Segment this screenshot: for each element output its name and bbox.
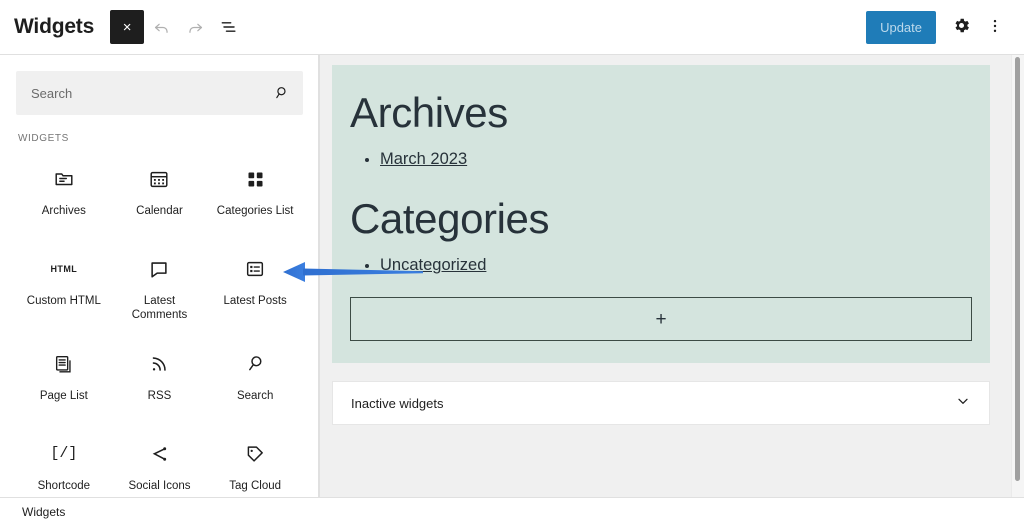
html-text-icon: HTML [51,256,78,282]
close-icon: × [123,20,132,35]
widget-item-label: Social Icons [128,479,190,493]
speech-bubble-icon [148,256,170,282]
shortcode-icon: [/] [50,441,77,467]
editor-body: WIDGETS Archives [0,55,1024,497]
gear-icon [952,16,971,38]
widget-item-search[interactable]: Search [207,337,303,423]
breadcrumb[interactable]: Widgets [22,505,65,519]
widget-block-grid: Archives [16,152,303,497]
widget-canvas: Archives March 2023 Categories Uncategor… [320,55,1024,497]
widget-item-latest-posts[interactable]: Latest Posts [207,242,303,333]
widget-item-label: RSS [148,389,172,403]
widget-item-label: Latest Comments [116,294,204,323]
list-item: March 2023 [380,150,972,169]
widget-item-archives[interactable]: Archives [16,152,112,238]
widget-item-rss[interactable]: RSS [112,337,208,423]
widget-item-label: Categories List [217,204,294,218]
sidebar-widget-area[interactable]: Archives March 2023 Categories Uncategor… [332,65,990,363]
widget-item-label: Archives [42,204,86,218]
chevron-down-icon [955,393,971,414]
widget-item-tag-cloud[interactable]: Tag Cloud [207,427,303,497]
stacked-pages-icon [53,351,75,377]
undo-button[interactable] [144,10,178,44]
widget-item-custom-html[interactable]: HTML Custom HTML [16,242,112,333]
undo-arrow-icon [152,18,171,37]
plus-icon: + [655,310,666,329]
close-inserter-button[interactable]: × [110,10,144,44]
widget-item-label: Tag Cloud [229,479,281,493]
archive-link[interactable]: March 2023 [380,150,467,168]
inactive-widgets-label: Inactive widgets [351,396,444,411]
breadcrumb-bar: Widgets [0,497,1024,526]
block-heading-archives: Archives [350,89,972,136]
widget-item-social-icons[interactable]: Social Icons [112,427,208,497]
widget-item-label: Calendar [136,204,183,218]
editor-header: Widgets × [0,0,1024,55]
more-options-button[interactable] [978,10,1012,44]
rss-icon [148,351,170,377]
update-button[interactable]: Update [866,11,936,44]
widget-item-latest-comments[interactable]: Latest Comments [112,242,208,333]
categories-link-list: Uncategorized [350,256,972,275]
tag-icon [244,441,266,467]
widget-item-page-list[interactable]: Page List [16,337,112,423]
widget-item-label: Custom HTML [27,294,101,308]
list-item: Uncategorized [380,256,972,275]
archives-link-list: March 2023 [350,150,972,169]
block-heading-categories: Categories [350,195,972,242]
inactive-widgets-panel[interactable]: Inactive widgets [332,381,990,425]
add-block-button[interactable]: + [350,297,972,341]
widgets-section-label: WIDGETS [18,133,303,144]
magnifier-icon [245,351,266,377]
widget-item-shortcode[interactable]: [/] Shortcode [16,427,112,497]
list-view-button[interactable] [212,10,246,44]
widgets-editor-app: Widgets × [0,0,1024,526]
widget-item-label: Page List [40,389,88,403]
archive-folder-icon [53,166,75,192]
share-icon [148,441,170,467]
settings-button[interactable] [944,10,978,44]
widget-item-label: Latest Posts [224,294,287,308]
search-field-wrapper [16,71,303,115]
redo-button[interactable] [178,10,212,44]
redo-arrow-icon [186,18,205,37]
widget-item-categories-list[interactable]: Categories List [207,152,303,238]
document-outline-icon [219,17,239,37]
grid-squares-icon [245,166,266,192]
list-box-icon [244,256,266,282]
sidebar-divider [318,55,319,497]
block-inserter-sidebar: WIDGETS Archives [0,55,320,497]
calendar-icon [148,166,170,192]
widget-item-label: Shortcode [38,479,90,493]
page-title: Widgets [14,15,94,39]
canvas-scrollbar[interactable] [1011,55,1024,497]
more-vertical-icon [986,17,1004,38]
category-link[interactable]: Uncategorized [380,256,486,274]
widget-item-calendar[interactable]: Calendar [112,152,208,238]
search-input[interactable] [16,71,303,115]
canvas-scrollbar-thumb[interactable] [1015,57,1020,481]
widget-item-label: Search [237,389,273,403]
